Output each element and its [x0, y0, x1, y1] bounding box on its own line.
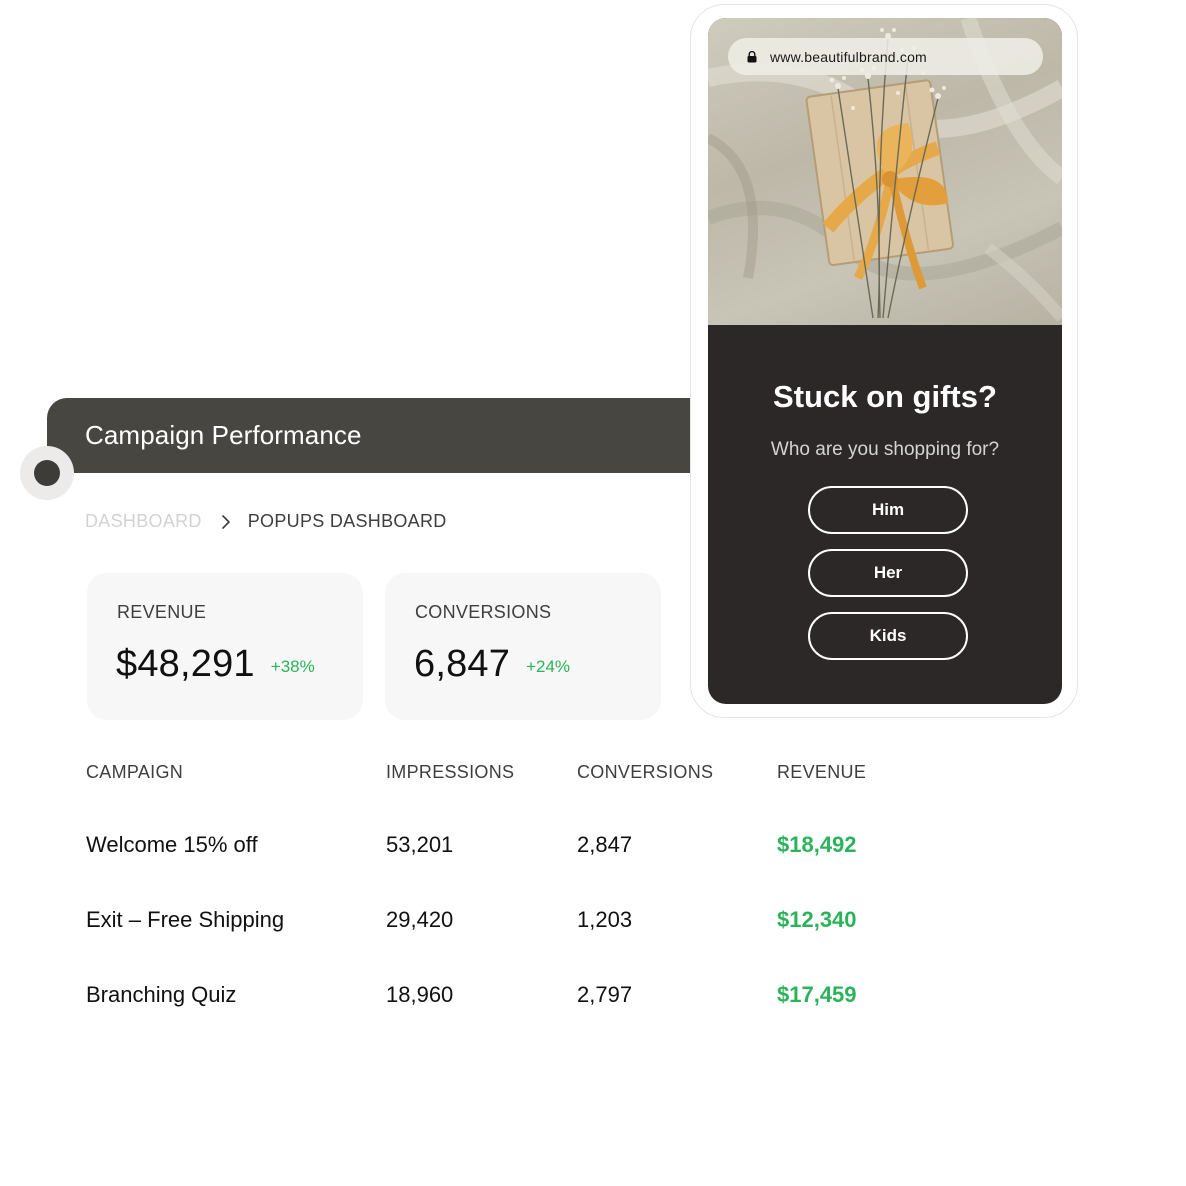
gift-photo: www.beautifulbrand.com	[708, 18, 1062, 325]
column-header-impressions: IMPRESSIONS	[386, 762, 515, 782]
breadcrumb: DASHBOARD POPUPS DASHBOARD	[85, 511, 447, 532]
header-bar: Campaign Performance	[47, 398, 727, 473]
impressions-cell: 29,420	[386, 907, 454, 932]
table-row[interactable]: Branching Quiz 18,960 2,797 $17,459	[86, 958, 946, 1033]
stat-value: 6,847	[414, 643, 511, 685]
campaign-name: Exit – Free Shipping	[86, 907, 285, 932]
campaign-table: CAMPAIGN IMPRESSIONS CONVERSIONS REVENUE…	[86, 762, 946, 1033]
stat-label: REVENUE	[117, 602, 207, 622]
revenue-stat-card: REVENUE $48,291 +38%	[87, 573, 363, 720]
table-row[interactable]: Exit – Free Shipping 29,420 1,203 $12,34…	[86, 883, 946, 958]
stat-value: $48,291	[116, 643, 255, 685]
conversions-cell: 1,203	[577, 907, 633, 932]
lock-icon	[747, 50, 757, 62]
revenue-cell: $17,459	[777, 982, 857, 1007]
option-her-button[interactable]: Her	[808, 549, 968, 597]
popup-subtitle: Who are you shopping for?	[770, 439, 1000, 460]
phone-mockup: www.beautifulbrand.com Stuck on gifts? W…	[690, 4, 1078, 718]
conversions-cell: 2,847	[577, 832, 633, 857]
impressions-cell: 18,960	[386, 982, 454, 1007]
breadcrumb-item-dashboard[interactable]: DASHBOARD	[85, 511, 202, 532]
phone-screen: www.beautifulbrand.com Stuck on gifts? W…	[708, 18, 1062, 704]
stat-change-badge: +38%	[270, 656, 315, 676]
table-row[interactable]: Welcome 15% off 53,201 2,847 $18,492	[86, 808, 946, 883]
popup-title: Stuck on gifts?	[773, 379, 997, 414]
table-header-row: CAMPAIGN IMPRESSIONS CONVERSIONS REVENUE	[86, 762, 946, 808]
status-dot-icon	[20, 446, 74, 500]
impressions-cell: 53,201	[386, 832, 454, 857]
column-header-revenue: REVENUE	[777, 762, 867, 782]
breadcrumb-item-popups-dashboard: POPUPS DASHBOARD	[247, 511, 447, 531]
conversions-stat-card: CONVERSIONS 6,847 +24%	[385, 573, 661, 720]
option-kids-button[interactable]: Kids	[808, 612, 968, 660]
column-header-conversions: CONVERSIONS	[577, 762, 714, 782]
revenue-cell: $18,492	[777, 832, 857, 857]
column-header-campaign: CAMPAIGN	[86, 762, 184, 782]
campaign-name: Branching Quiz	[86, 982, 237, 1007]
option-him-button[interactable]: Him	[808, 486, 968, 534]
revenue-cell: $12,340	[777, 907, 857, 932]
chevron-right-icon	[221, 514, 230, 529]
browser-url-bar[interactable]: www.beautifulbrand.com	[728, 38, 1043, 75]
page-title: Campaign Performance	[85, 420, 362, 450]
canvas: Campaign Performance DASHBOARD POPUPS DA…	[0, 0, 1186, 1186]
conversions-cell: 2,797	[577, 982, 633, 1007]
campaign-name: Welcome 15% off	[86, 832, 258, 857]
stat-label: CONVERSIONS	[415, 602, 552, 622]
url-text: www.beautifulbrand.com	[770, 48, 927, 65]
stat-change-badge: +24%	[526, 656, 571, 676]
